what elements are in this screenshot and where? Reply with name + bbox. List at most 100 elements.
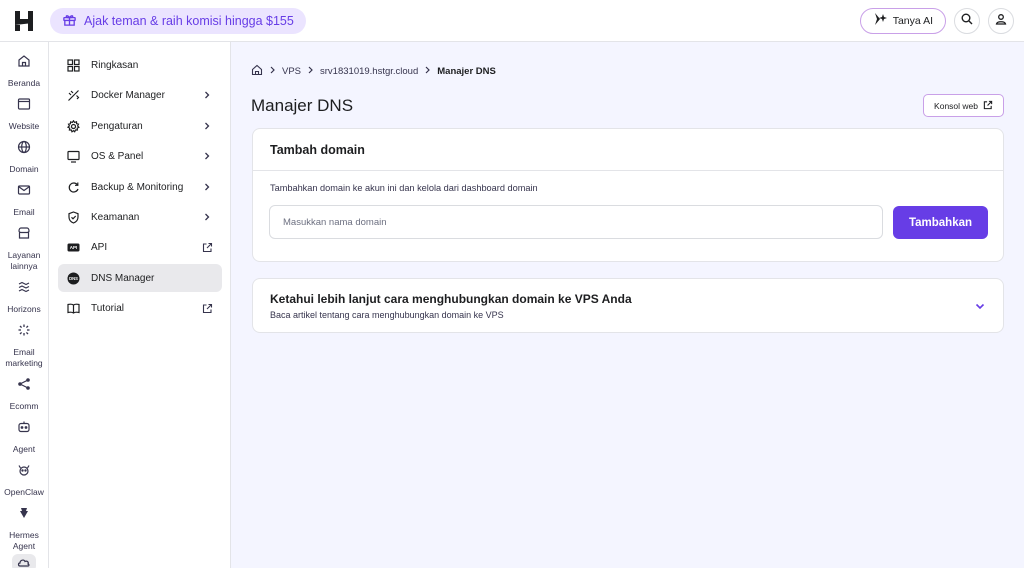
breadcrumb-vps[interactable]: VPS (282, 66, 301, 77)
sparkle-icon (17, 323, 31, 342)
subnav-item-ringkasan[interactable]: Ringkasan (58, 51, 222, 79)
rail-label: Ecomm (9, 401, 39, 411)
rail-label: Website (8, 121, 40, 131)
svg-text:API: API (69, 245, 77, 250)
rail-label: Agent (12, 444, 36, 454)
chevron-right-icon (307, 66, 314, 77)
horizons-icon (17, 280, 31, 299)
monitor-icon (66, 149, 80, 163)
external-link-icon (201, 241, 213, 253)
rail-label: Domain (9, 164, 39, 174)
subnav-item-keamanan[interactable]: Keamanan (58, 203, 222, 231)
subnav-item-os-panel[interactable]: OS & Panel (58, 142, 222, 170)
browser-window-icon (17, 97, 31, 116)
learn-more-subtitle: Baca artikel tentang cara menghubungkan … (270, 310, 504, 320)
chevron-right-icon (201, 89, 213, 101)
chevron-down-icon[interactable] (973, 299, 987, 313)
add-domain-card: Tambah domain Tambahkan domain ke akun i… (252, 128, 1004, 262)
home-icon[interactable] (251, 64, 263, 79)
rail-item-openclaw[interactable]: OpenClaw (0, 463, 48, 498)
docker-icon (66, 88, 80, 102)
claw-icon (17, 463, 31, 482)
subnav-label: DNS Manager (91, 272, 155, 284)
api-icon: API (66, 240, 80, 254)
page-title: Manajer DNS (251, 96, 354, 115)
user-icon (995, 12, 1007, 30)
subnav-label: OS & Panel (91, 150, 144, 162)
globe-icon (17, 140, 31, 159)
ai-sparkle-icon (873, 12, 887, 29)
add-domain-button[interactable]: Tambahkan (893, 206, 988, 239)
external-link-icon (201, 302, 213, 314)
subnav-item-api[interactable]: API API (58, 233, 222, 261)
subnav-item-backup-monitoring[interactable]: Backup & Monitoring (58, 173, 222, 201)
rail-label: Layanan lainnya (7, 250, 41, 271)
rail-label: Horizons (7, 304, 41, 314)
rail-item-more[interactable] (0, 554, 48, 568)
main-nav-rail: Beranda Website Domain Email Layanan lai… (0, 42, 49, 568)
rail-item-website[interactable]: Website (0, 97, 48, 132)
breadcrumb-server[interactable]: srv1831019.hstgr.cloud (320, 66, 418, 77)
vps-sub-nav: Ringkasan Docker Manager Pengaturan OS &… (49, 42, 231, 568)
add-domain-description: Tambahkan domain ke akun ini dan kelola … (270, 183, 538, 193)
rail-label: OpenClaw (4, 487, 44, 497)
domain-name-input[interactable] (269, 205, 883, 239)
rail-item-beranda[interactable]: Beranda (0, 54, 48, 89)
share-nodes-icon (17, 377, 31, 396)
book-icon (66, 301, 80, 315)
rail-item-layanan-lainnya[interactable]: Layanan lainnya (0, 226, 48, 271)
subnav-item-dns-manager[interactable]: DNS DNS Manager (58, 264, 222, 292)
referral-promo-banner[interactable]: Ajak teman & raih komisi hingga $155 (50, 7, 306, 34)
add-domain-heading: Tambah domain (253, 129, 1003, 171)
chevron-right-icon (201, 181, 213, 193)
subnav-label: Backup & Monitoring (91, 181, 184, 193)
breadcrumb-current: Manajer DNS (437, 66, 496, 77)
home-icon (17, 54, 31, 73)
promo-text: Ajak teman & raih komisi hingga $155 (84, 13, 294, 28)
subnav-label: Docker Manager (91, 89, 165, 101)
subnav-label: Tutorial (91, 302, 124, 314)
rail-label: Hermes Agent (9, 530, 39, 551)
refresh-icon (66, 180, 80, 194)
search-button[interactable] (954, 7, 980, 34)
ask-ai-button[interactable]: Tanya AI (859, 7, 946, 34)
web-console-label: Konsol web (934, 100, 978, 111)
rail-label: Beranda (7, 78, 41, 88)
svg-text:DNS: DNS (69, 276, 78, 281)
rail-item-horizons[interactable]: Horizons (0, 280, 48, 315)
chevron-right-icon (201, 120, 213, 132)
learn-more-title: Ketahui lebih lanjut cara menghubungkan … (270, 292, 632, 306)
chevron-right-icon (201, 211, 213, 223)
subnav-item-pengaturan[interactable]: Pengaturan (58, 112, 222, 140)
subnav-label: Keamanan (91, 211, 140, 223)
subnav-item-tutorial[interactable]: Tutorial (58, 294, 222, 322)
grid-icon (66, 58, 80, 72)
chevron-right-icon (424, 66, 431, 77)
shield-icon (66, 210, 80, 224)
learn-more-accordion[interactable]: Ketahui lebih lanjut cara menghubungkan … (252, 278, 1004, 333)
gear-icon (66, 119, 80, 133)
rail-item-agent[interactable]: Agent (0, 420, 48, 455)
account-button[interactable] (988, 7, 1014, 34)
breadcrumb: VPS srv1831019.hstgr.cloud Manajer DNS (251, 64, 496, 79)
mail-icon (17, 183, 31, 202)
rail-item-hermes-agent[interactable]: Hermes Agent (0, 506, 48, 551)
robot-icon (17, 420, 31, 439)
hermes-icon (17, 506, 31, 525)
rail-item-email-marketing[interactable]: Email marketing (0, 323, 48, 368)
ask-ai-label: Tanya AI (892, 14, 933, 27)
subnav-label: Pengaturan (91, 120, 143, 132)
search-icon (961, 12, 973, 30)
top-bar: Ajak teman & raih komisi hingga $155 Tan… (0, 0, 1024, 42)
dns-icon: DNS (66, 271, 80, 285)
hostinger-logo-icon[interactable] (0, 0, 48, 42)
external-link-icon (983, 100, 993, 112)
gift-icon (62, 12, 77, 30)
rail-label: Email marketing (5, 347, 43, 368)
rail-item-domain[interactable]: Domain (0, 140, 48, 175)
rail-item-ecomm[interactable]: Ecomm (0, 377, 48, 412)
subnav-item-docker-manager[interactable]: Docker Manager (58, 81, 222, 109)
rail-item-email[interactable]: Email (0, 183, 48, 218)
subnav-label: API (91, 241, 108, 253)
web-console-button[interactable]: Konsol web (923, 94, 1004, 117)
